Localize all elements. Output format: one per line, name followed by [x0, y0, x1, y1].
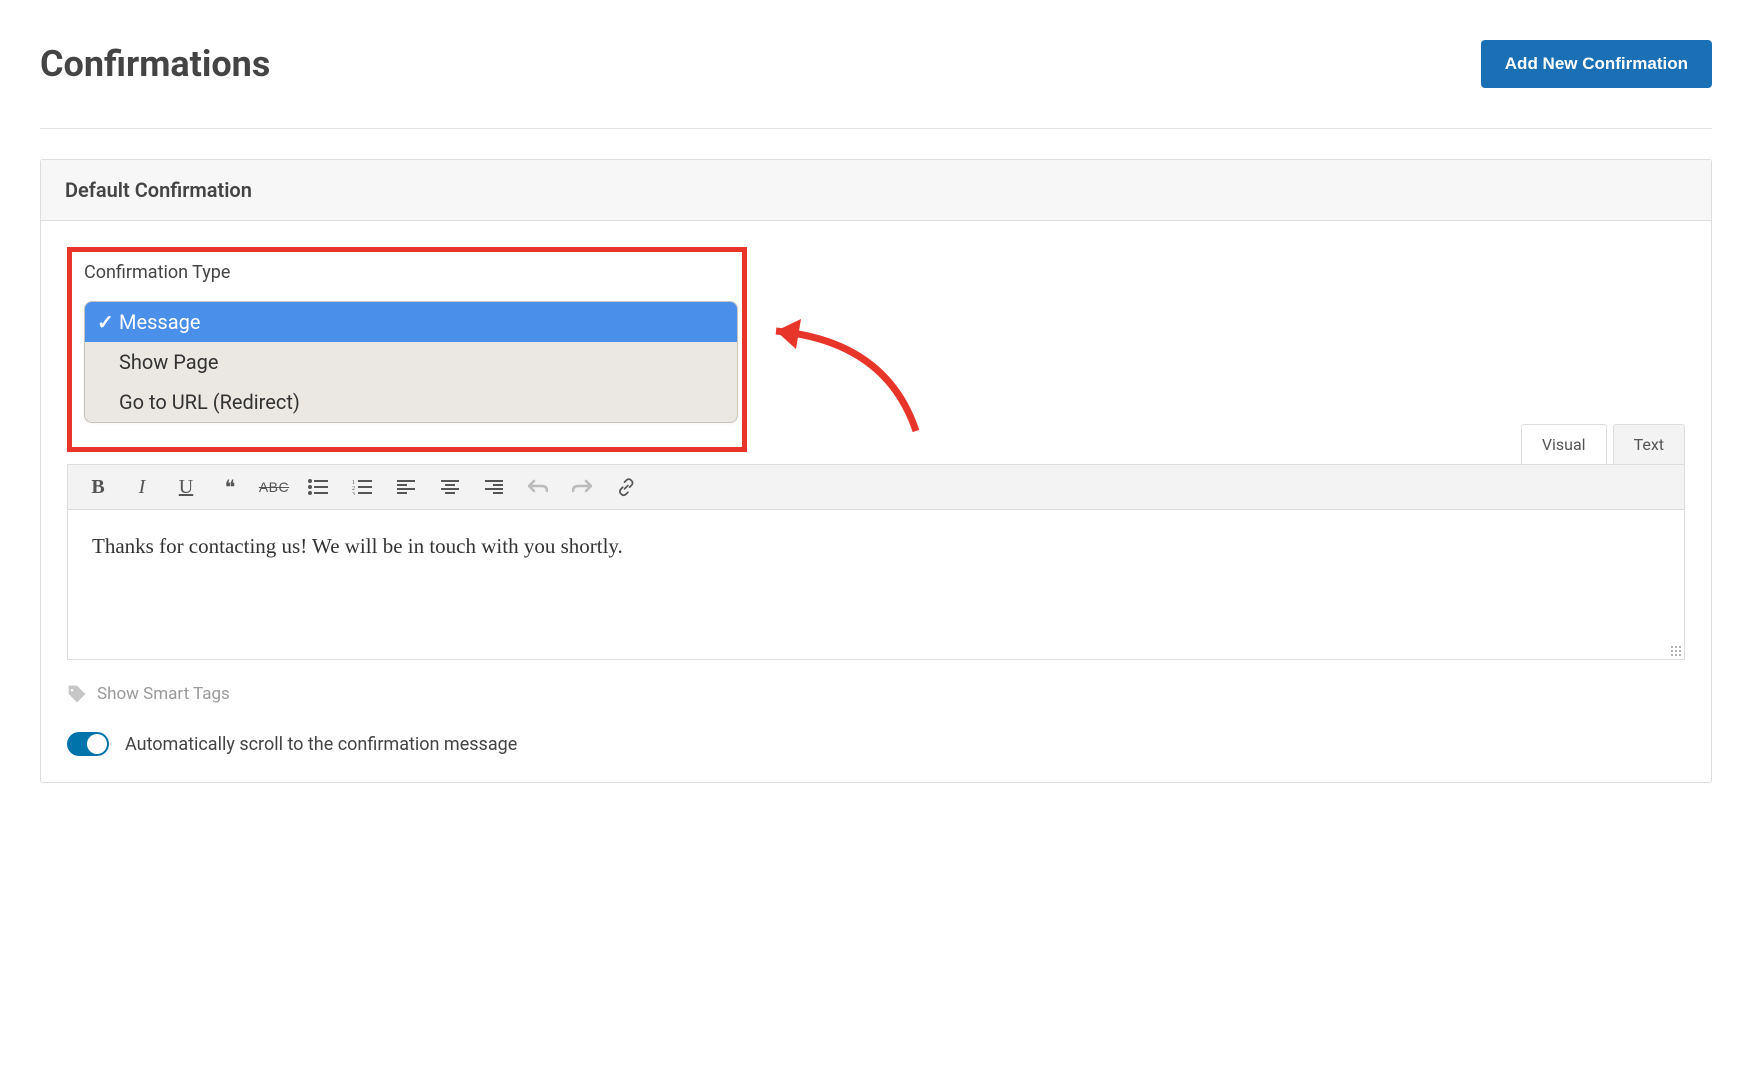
italic-icon: I [139, 476, 146, 499]
numbered-list-icon: 123 [352, 479, 372, 495]
resize-grip-icon[interactable] [1670, 645, 1682, 657]
align-center-icon [441, 480, 459, 494]
confirmation-type-label: Confirmation Type [84, 262, 738, 283]
bold-icon: B [91, 476, 104, 499]
add-new-confirmation-button[interactable]: Add New Confirmation [1481, 40, 1712, 88]
bullet-list-button[interactable] [298, 469, 338, 505]
page-header: Confirmations Add New Confirmation [40, 40, 1712, 129]
italic-button[interactable]: I [122, 469, 162, 505]
align-left-button[interactable] [386, 469, 426, 505]
link-icon [616, 477, 636, 497]
show-smart-tags-link[interactable]: Show Smart Tags [67, 684, 1685, 704]
tab-text[interactable]: Text [1613, 424, 1685, 464]
quote-icon: ❝ [225, 475, 236, 500]
dropdown-option-redirect[interactable]: Go to URL (Redirect) [85, 382, 737, 422]
page-title: Confirmations [40, 43, 270, 85]
editor-toolbar: B I U ❝ ABC 123 [67, 464, 1685, 510]
editor-container: Visual Text B I U ❝ ABC 123 [67, 424, 1685, 660]
undo-icon [528, 479, 548, 495]
confirmation-panel: Default Confirmation Confirmation Type M… [40, 159, 1712, 783]
undo-button[interactable] [518, 469, 558, 505]
bold-button[interactable]: B [78, 469, 118, 505]
dropdown-option-message[interactable]: Message [85, 302, 737, 342]
panel-title: Default Confirmation [41, 160, 1711, 221]
smart-tags-label: Show Smart Tags [97, 684, 230, 704]
tab-visual[interactable]: Visual [1521, 424, 1607, 464]
strike-icon: ABC [259, 479, 289, 495]
numbered-list-button[interactable]: 123 [342, 469, 382, 505]
redo-button[interactable] [562, 469, 602, 505]
underline-icon: U [179, 476, 193, 499]
toggle-knob [87, 734, 107, 754]
editor-text: Thanks for contacting us! We will be in … [92, 534, 623, 558]
auto-scroll-row: Automatically scroll to the confirmation… [67, 732, 1685, 756]
dropdown-option-show-page[interactable]: Show Page [85, 342, 737, 382]
tag-icon [67, 684, 87, 704]
panel-body: Confirmation Type Message Show Page Go t… [41, 221, 1711, 782]
align-left-icon [397, 480, 415, 494]
redo-icon [572, 479, 592, 495]
blockquote-button[interactable]: ❝ [210, 469, 250, 505]
arrow-annotation-icon [746, 301, 946, 441]
align-right-button[interactable] [474, 469, 514, 505]
strikethrough-button[interactable]: ABC [254, 469, 294, 505]
auto-scroll-toggle[interactable] [67, 732, 109, 756]
svg-text:3: 3 [352, 492, 355, 495]
underline-button[interactable]: U [166, 469, 206, 505]
align-right-icon [485, 480, 503, 494]
link-button[interactable] [606, 469, 646, 505]
editor-content[interactable]: Thanks for contacting us! We will be in … [67, 510, 1685, 660]
align-center-button[interactable] [430, 469, 470, 505]
confirmation-type-highlight: Confirmation Type Message Show Page Go t… [67, 247, 747, 452]
bullet-list-icon [308, 479, 328, 495]
confirmation-type-dropdown[interactable]: Message Show Page Go to URL (Redirect) [84, 301, 738, 423]
auto-scroll-label: Automatically scroll to the confirmation… [125, 734, 517, 755]
